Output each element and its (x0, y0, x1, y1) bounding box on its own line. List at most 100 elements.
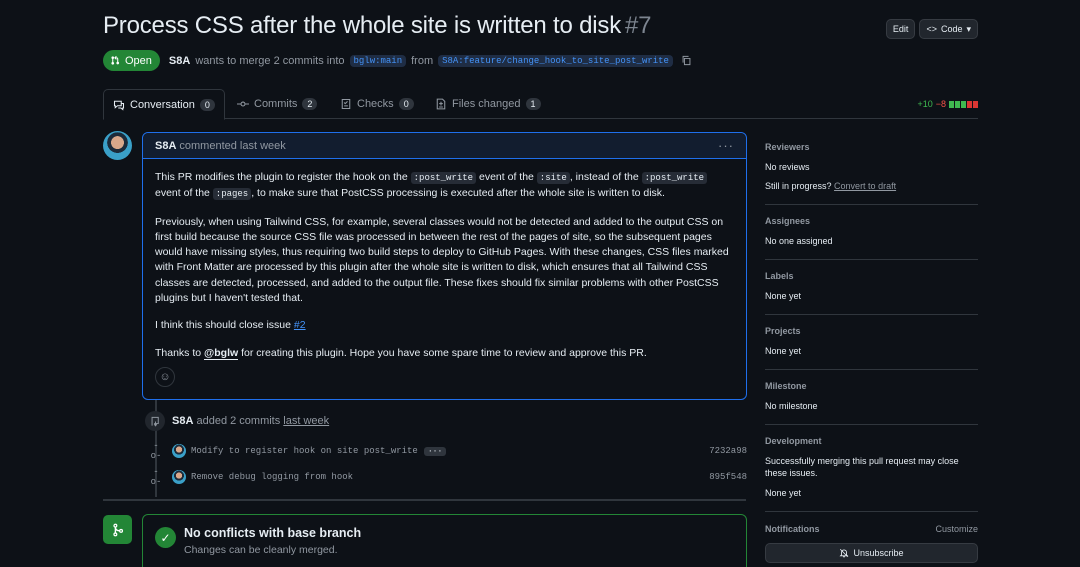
sidebar-heading[interactable]: Labels (765, 271, 978, 281)
commit-sha[interactable]: 7232a98 (709, 446, 747, 456)
comment-paragraph: Thanks to @bglw for creating this plugin… (155, 346, 734, 361)
comment-paragraph: I think this should close issue #2 (155, 318, 734, 333)
diffstat-block (949, 100, 954, 108)
head-branch[interactable]: S8A:feature/change_hook_to_site_post_wri… (438, 54, 673, 67)
sidebar-notifications: Notifications Customize Unsubscribe (765, 512, 978, 563)
comment-paragraph: This PR modifies the plugin to register … (155, 170, 734, 203)
sidebar-heading[interactable]: Reviewers (765, 142, 978, 152)
diffstat-block (967, 100, 972, 108)
tab-conversation[interactable]: Conversation 0 (103, 89, 225, 120)
sidebar-heading[interactable]: Assignees (765, 216, 978, 226)
avatar[interactable] (103, 131, 132, 160)
commit-message[interactable]: Remove debug logging from hook (191, 472, 353, 482)
merge-title: No conflicts with base branch (184, 526, 362, 540)
copy-icon[interactable] (681, 55, 692, 66)
merge-text: wants to merge 2 commits into (195, 54, 345, 67)
inline-code: :pages (212, 188, 252, 201)
edit-button[interactable]: Edit (885, 19, 916, 39)
comment-author[interactable]: S8A (155, 140, 176, 152)
pr-title-text: Process CSS after the whole site is writ… (103, 12, 622, 39)
code-button[interactable]: <> Code ▾ (919, 19, 978, 39)
pr-title: Process CSS after the whole site is writ… (103, 12, 978, 40)
pr-tabs: Conversation 0 Commits 2 Checks 0 Files … (103, 89, 978, 120)
state-badge: Open (103, 50, 160, 71)
merge-subtitle: Changes can be cleanly merged. (184, 544, 338, 556)
pr-meta: Open S8A wants to merge 2 commits into b… (103, 50, 692, 71)
convert-to-draft-link[interactable]: Convert to draft (834, 181, 896, 191)
tab-checks[interactable]: Checks 0 (331, 89, 423, 119)
sidebar: Reviewers No reviews Still in progress? … (765, 131, 978, 563)
expand-commit-button[interactable]: ··· (423, 446, 447, 456)
tab-label: Commits (254, 98, 298, 110)
tab-label: Checks (357, 98, 394, 110)
commits-event: S8A added 2 commits last week (145, 411, 329, 431)
sidebar-progress: Still in progress? Convert to draft (765, 180, 978, 192)
sidebar-heading[interactable]: Milestone (765, 381, 978, 391)
pr-author[interactable]: S8A (169, 55, 190, 67)
event-time[interactable]: last week (283, 415, 329, 427)
comment-icon (113, 100, 125, 111)
text: event of the (155, 187, 210, 200)
inline-code: :post_write (641, 172, 708, 184)
commit-row: -o- Modify to register hook on site post… (149, 441, 749, 461)
sidebar-reviewers: Reviewers No reviews Still in progress? … (765, 131, 978, 205)
avatar[interactable] (172, 470, 186, 484)
diffstat-block (973, 100, 978, 108)
sidebar-heading[interactable]: Development (765, 436, 978, 446)
git-merge-icon (103, 515, 132, 544)
check-icon: ✓ (155, 527, 176, 548)
sidebar-heading[interactable]: Projects (765, 326, 978, 336)
inline-code: :post_write (410, 172, 477, 184)
base-branch[interactable]: bglw:main (349, 54, 407, 67)
from-text: from (411, 54, 434, 67)
notifications-heading: Notifications (765, 524, 820, 534)
tab-count: 1 (525, 98, 541, 110)
commit-message[interactable]: Modify to register hook on site post_wri… (191, 446, 418, 456)
text: event of the (479, 171, 534, 183)
diffstat-block (961, 100, 966, 108)
tab-count: 2 (302, 98, 318, 110)
text: , to make sure that PostCSS processing i… (251, 187, 665, 200)
code-icon: <> (926, 24, 937, 34)
edit-button-label: Edit (892, 24, 909, 34)
sidebar-development: Development Successfully merging this pu… (765, 425, 978, 512)
tab-count: 0 (398, 98, 414, 110)
comment-meta[interactable]: commented last week (179, 140, 285, 152)
unsubscribe-button[interactable]: Unsubscribe (765, 543, 978, 563)
sidebar-milestone: Milestone No milestone (765, 370, 978, 425)
commit-icon: -o- (150, 467, 162, 487)
commit-sha[interactable]: 895f548 (709, 472, 747, 482)
checklist-icon (341, 98, 351, 110)
code-button-label: Code (940, 24, 963, 34)
sidebar-value: No milestone (765, 401, 818, 411)
sidebar-text: Successfully merging this pull request m… (765, 456, 959, 478)
sidebar-value: No reviews (765, 162, 810, 172)
customize-link[interactable]: Customize (935, 524, 978, 534)
sidebar-value: No one assigned (765, 236, 833, 246)
merge-status-box: ✓ No conflicts with base branch Changes … (142, 514, 747, 567)
tab-count: 0 (199, 98, 215, 111)
file-diff-icon (436, 98, 446, 110)
commit-icon: -o- (150, 441, 162, 461)
timeline-divider (103, 499, 746, 501)
comment-header: S8A commented last week ··· (143, 133, 746, 159)
user-mention[interactable]: @bglw (204, 346, 239, 360)
text: This PR modifies the plugin to register … (155, 171, 408, 183)
text: Thanks to (155, 346, 202, 359)
additions-count: +10 (917, 99, 933, 109)
event-text: added 2 commits (196, 415, 281, 427)
tab-label: Conversation (130, 98, 195, 111)
diffstat-blocks (949, 100, 978, 108)
kebab-menu-icon[interactable]: ··· (718, 138, 734, 153)
issue-link[interactable]: #2 (294, 319, 306, 331)
sidebar-assignees: Assignees No one assigned (765, 205, 978, 260)
tab-commits[interactable]: Commits 2 (228, 89, 326, 119)
event-author[interactable]: S8A (172, 415, 193, 427)
diffstat-block (955, 100, 960, 108)
smiley-icon[interactable]: ☺ (155, 367, 175, 387)
pull-request-icon (111, 55, 120, 65)
tab-files-changed[interactable]: Files changed 1 (426, 89, 550, 119)
text: , instead of the (569, 171, 639, 183)
repo-push-icon (145, 411, 165, 431)
avatar[interactable] (172, 444, 186, 458)
